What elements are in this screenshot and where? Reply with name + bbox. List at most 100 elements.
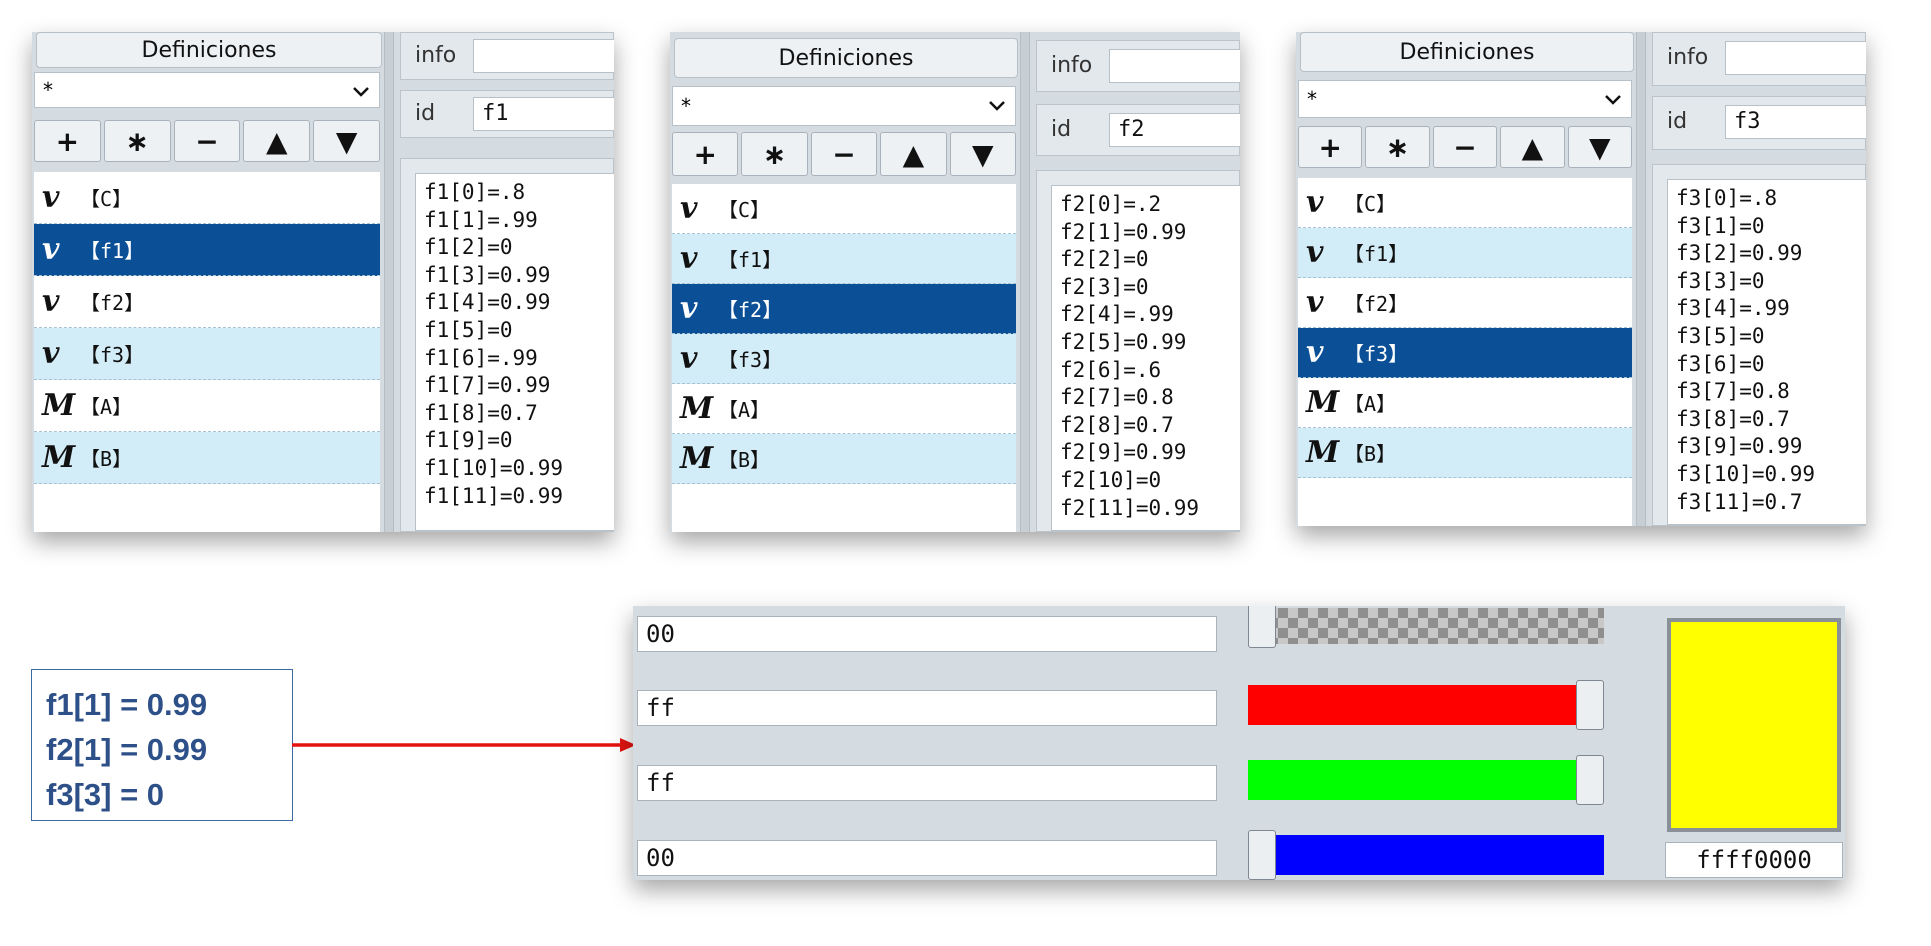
code-line: f1[7]=0.99 <box>424 373 551 398</box>
id-input[interactable]: f2 <box>1109 113 1240 147</box>
info-field: info <box>1652 32 1866 86</box>
alpha-slider-track[interactable] <box>1248 608 1604 644</box>
id-input[interactable]: f3 <box>1725 105 1866 139</box>
list-item-f1[interactable]: v 【f1】 <box>34 224 380 276</box>
star-button[interactable]: ∗ <box>1365 126 1430 168</box>
add-button[interactable]: + <box>672 132 739 176</box>
info-input[interactable] <box>1725 41 1866 75</box>
id-field: id f3 <box>1652 96 1866 150</box>
variable-icon: v <box>1306 185 1324 220</box>
move-up-button[interactable]: ▲ <box>1500 126 1565 168</box>
list-item-label: 【B】 <box>1344 442 1397 466</box>
red-slider-track[interactable] <box>1248 685 1604 725</box>
variable-icon: v <box>42 180 60 215</box>
blue-hex-input[interactable]: 00 <box>637 840 1217 876</box>
note-line: f1[1] = 0.99 <box>46 687 208 722</box>
info-label: info <box>1051 53 1093 78</box>
list-item-f3[interactable]: v 【f3】 <box>34 328 380 380</box>
list-item-f1[interactable]: v 【f1】 <box>1298 228 1632 278</box>
list-item-a[interactable]: M 【A】 <box>34 380 380 432</box>
id-input[interactable]: f1 <box>473 97 614 131</box>
list-item-label: 【f1】 <box>1344 242 1409 266</box>
definitions-filter-select[interactable]: * <box>672 86 1016 126</box>
move-down-button[interactable]: ▼ <box>1567 126 1633 168</box>
code-line: f1[3]=0.99 <box>424 262 551 287</box>
color-picker-panel: 00 ff ff 00 ffff0000 <box>633 606 1845 880</box>
green-slider-thumb[interactable] <box>1576 755 1604 805</box>
green-hex-input[interactable]: ff <box>637 765 1217 801</box>
code-line: f3[3]=0 <box>1676 268 1765 293</box>
blue-slider-thumb[interactable] <box>1248 830 1276 880</box>
variable-icon: v <box>42 284 60 319</box>
alpha-slider-thumb[interactable] <box>1248 606 1276 648</box>
move-down-button[interactable]: ▼ <box>949 132 1017 176</box>
list-item-label: 【C】 <box>718 198 771 222</box>
add-button[interactable]: + <box>1298 126 1363 168</box>
list-item-a[interactable]: M 【A】 <box>1298 378 1632 428</box>
variable-icon: v <box>680 191 698 226</box>
color-preview-swatch <box>1667 618 1841 832</box>
list-item-f3[interactable]: v 【f3】 <box>1298 328 1632 378</box>
list-item-f2[interactable]: v 【f2】 <box>1298 278 1632 328</box>
remove-button[interactable]: − <box>810 132 878 176</box>
list-item-f2[interactable]: v 【f2】 <box>672 284 1016 334</box>
list-item-c[interactable]: v 【C】 <box>34 172 380 224</box>
filter-value: * <box>1307 87 1317 111</box>
definitions-panel-3: Definiciones * + ∗ − ▲ ▼ v 【C】 v 【f1】 v 【f2… <box>1296 32 1866 526</box>
color-hex-output[interactable]: ffff0000 <box>1665 842 1843 878</box>
info-input[interactable] <box>473 39 614 73</box>
definitions-header: Definiciones <box>1300 32 1634 72</box>
code-line: f3[10]=0.99 <box>1676 461 1816 486</box>
list-item-c[interactable]: v 【C】 <box>1298 178 1632 228</box>
code-line: f1[2]=0 <box>424 235 513 260</box>
code-box: f3[0]=.8 f3[1]=0 f3[2]=0.99 f3[3]=0 f3[4]=.9… <box>1652 164 1866 526</box>
red-hex-input[interactable]: ff <box>637 690 1217 726</box>
star-button[interactable]: ∗ <box>741 132 808 176</box>
info-input[interactable] <box>1109 49 1240 83</box>
panel-divider[interactable] <box>1636 32 1646 526</box>
list-item-c[interactable]: v 【C】 <box>672 184 1016 234</box>
panel-divider[interactable] <box>384 32 394 532</box>
module-icon: M <box>1306 385 1340 420</box>
definitions-toolbar: + ∗ − ▲ ▼ <box>672 132 1017 176</box>
list-item-b[interactable]: M 【B】 <box>34 432 380 484</box>
list-item-label: 【f3】 <box>80 343 145 367</box>
alpha-hex-input[interactable]: 00 <box>637 616 1217 652</box>
code-editor[interactable]: f3[0]=.8 f3[1]=0 f3[2]=0.99 f3[3]=0 f3[4]=.9… <box>1667 179 1866 525</box>
move-down-button[interactable]: ▼ <box>313 120 380 162</box>
definitions-filter-select[interactable]: * <box>1298 80 1632 118</box>
move-up-button[interactable]: ▲ <box>880 132 947 176</box>
code-editor[interactable]: f1[0]=.8 f1[1]=.99 f1[2]=0 f1[3]=0.99 f1[4]=… <box>415 173 614 531</box>
definitions-filter-select[interactable]: * <box>34 72 380 108</box>
variable-icon: v <box>680 291 698 326</box>
list-item-f3[interactable]: v 【f3】 <box>672 334 1016 384</box>
star-button[interactable]: ∗ <box>103 120 171 162</box>
variable-icon: v <box>680 241 698 276</box>
add-button[interactable]: + <box>34 120 101 162</box>
list-item-b[interactable]: M 【B】 <box>1298 428 1632 478</box>
info-label: info <box>415 43 457 68</box>
code-editor[interactable]: f2[0]=.2 f2[1]=0.99 f2[2]=0 f2[3]=0 f2[4]=.9… <box>1051 185 1240 531</box>
variable-icon: v <box>42 336 60 371</box>
list-item-f2[interactable]: v 【f2】 <box>34 276 380 328</box>
variable-icon: v <box>1306 285 1324 320</box>
code-line: f2[7]=0.8 <box>1060 385 1174 410</box>
list-item-f1[interactable]: v 【f1】 <box>672 234 1016 284</box>
list-item-b[interactable]: M 【B】 <box>672 434 1016 484</box>
remove-button[interactable]: − <box>173 120 241 162</box>
red-slider-thumb[interactable] <box>1576 680 1604 730</box>
remove-button[interactable]: − <box>1432 126 1498 168</box>
list-item-a[interactable]: M 【A】 <box>672 384 1016 434</box>
blue-slider-track[interactable] <box>1248 835 1604 875</box>
panel-divider[interactable] <box>1020 32 1030 532</box>
green-slider-track[interactable] <box>1248 760 1604 800</box>
definition-editor: info id f1 f1[0]=.8 f1[1]=.99 f1[2]=0 f1[3]… <box>394 32 614 532</box>
code-line: f2[5]=0.99 <box>1060 329 1187 354</box>
chevron-down-icon <box>1605 95 1621 105</box>
chevron-down-icon <box>353 87 369 97</box>
arrow-connector <box>292 738 636 752</box>
move-up-button[interactable]: ▲ <box>243 120 311 162</box>
module-icon: M <box>680 441 714 476</box>
definitions-sidebar: Definiciones * + ∗ − ▲ ▼ v 【C】 v 【f1】 v 【f2… <box>670 32 1020 532</box>
definitions-panel-1: Definiciones * + ∗ − ▲ ▼ v 【C】 v 【f1】 v 【f2… <box>32 32 614 532</box>
